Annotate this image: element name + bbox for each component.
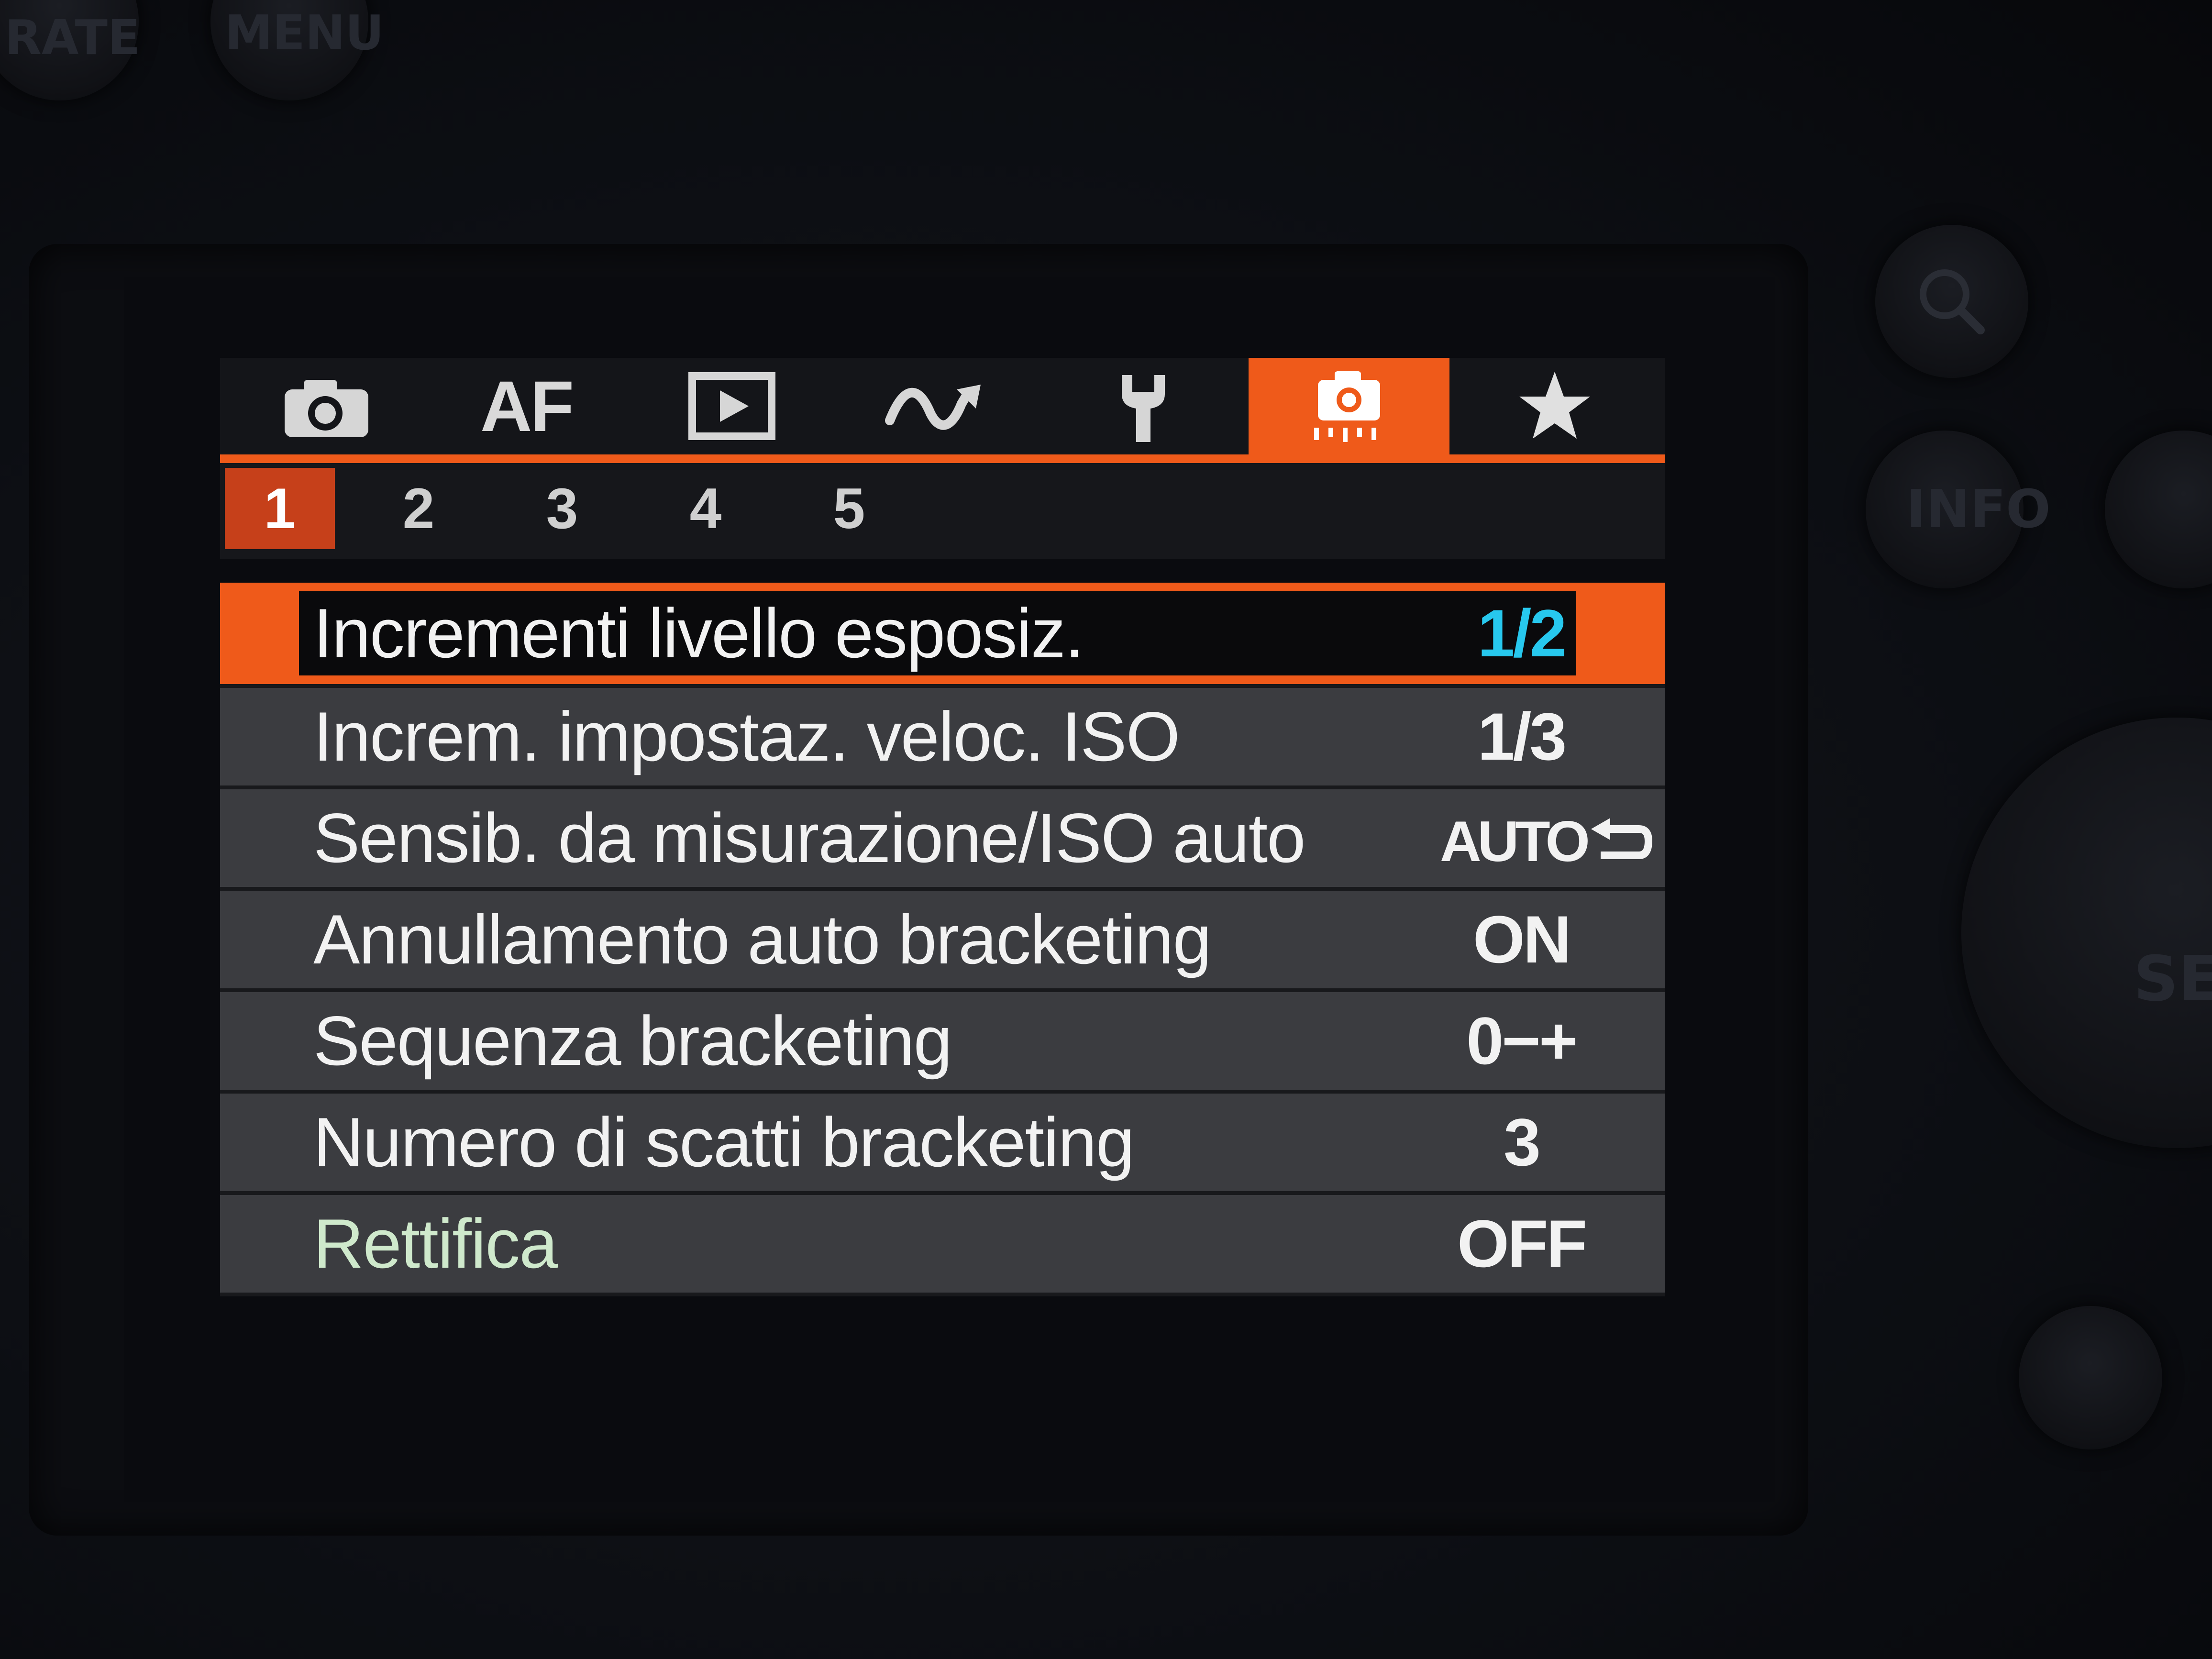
menu-item-value: OFF	[1457, 1206, 1587, 1281]
tab-playback[interactable]	[631, 358, 832, 454]
menu-item-exposure-increments[interactable]: Incrementi livello esposiz. 1/2	[220, 583, 1665, 688]
menu-item-value: 1/3	[1477, 699, 1567, 774]
tab-shooting[interactable]	[225, 358, 426, 454]
menu-item-bracketing-cancel[interactable]: Annullamento auto bracketing ON	[220, 891, 1665, 992]
auto-value-text: AUTO	[1440, 809, 1590, 874]
camera-icon	[285, 380, 368, 437]
tab-af-label: AF	[480, 365, 574, 446]
zoom-button[interactable]	[1875, 225, 2028, 378]
menu-label: MENU	[225, 5, 384, 61]
menu-item-label: Sensib. da misurazione/ISO auto	[313, 799, 1305, 877]
menu-item-value: ON	[1473, 902, 1571, 977]
subtab-2[interactable]: 2	[364, 468, 474, 549]
play-icon	[688, 372, 775, 440]
subtab-1[interactable]: 1	[225, 468, 335, 549]
main-tab-bar: AF	[220, 358, 1665, 463]
menu-item-label: Annullamento auto bracketing	[313, 900, 1212, 978]
wrench-icon	[1122, 375, 1165, 442]
menu-item-bracketing-sequence[interactable]: Sequenza bracketing 0−+	[220, 992, 1665, 1094]
control-dial[interactable]	[1961, 718, 2212, 1148]
menu-item-label: Increm. impostaz. veloc. ISO	[313, 697, 1180, 775]
menu-item-rettifica[interactable]: Rettifica OFF	[220, 1195, 1665, 1296]
menu-item-label: Incrementi livello esposiz.	[313, 594, 1084, 672]
menu-item-label: Rettifica	[313, 1205, 558, 1283]
tab-setup[interactable]	[1043, 358, 1244, 454]
menu-item-bracketing-shots[interactable]: Numero di scatti bracketing 3	[220, 1094, 1665, 1195]
menu-item-value: 3	[1504, 1105, 1541, 1180]
sub-tab-bar: 1 2 3 4 5	[220, 463, 1665, 559]
menu-item-label: Numero di scatti bracketing	[313, 1103, 1135, 1181]
star-icon	[1519, 372, 1590, 439]
menu-item-value: 0−+	[1466, 1003, 1578, 1078]
subtab-3[interactable]: 3	[507, 468, 617, 549]
magnifier-icon	[1920, 269, 1985, 334]
menu-item-auto-iso[interactable]: Sensib. da misurazione/ISO auto AUTO	[220, 789, 1665, 891]
set-label: SET	[2134, 942, 2212, 1015]
menu-item-value: AUTO	[1440, 799, 1652, 877]
info-label: INFO	[1906, 478, 2051, 540]
return-arrow-icon	[1591, 818, 1652, 860]
tab-wireless[interactable]	[837, 358, 1038, 454]
menu-list: Incrementi livello esposiz. 1/2 Increm. …	[220, 583, 1665, 1296]
camera-menu: AF 1 2 3 4 5 Incrementi livello esposiz.…	[220, 358, 1665, 1319]
menu-item-value: 1/2	[1477, 596, 1567, 671]
camera-back: RATE MENU INFO SET AF	[0, 0, 2212, 1659]
erase-button[interactable]	[2019, 1306, 2162, 1449]
menu-item-iso-increments[interactable]: Increm. impostaz. veloc. ISO 1/3	[220, 688, 1665, 789]
camera-custom-icon	[1314, 371, 1380, 442]
menu-item-label: Sequenza bracketing	[313, 1002, 952, 1080]
tab-my-menu[interactable]	[1454, 358, 1655, 454]
quick-button[interactable]	[2105, 431, 2212, 588]
wave-icon	[885, 385, 981, 430]
tab-af[interactable]: AF	[426, 358, 627, 454]
subtab-5[interactable]: 5	[794, 468, 904, 549]
rate-label: RATE	[5, 10, 141, 66]
tab-custom-functions[interactable]	[1249, 358, 1449, 454]
subtab-4[interactable]: 4	[651, 468, 761, 549]
